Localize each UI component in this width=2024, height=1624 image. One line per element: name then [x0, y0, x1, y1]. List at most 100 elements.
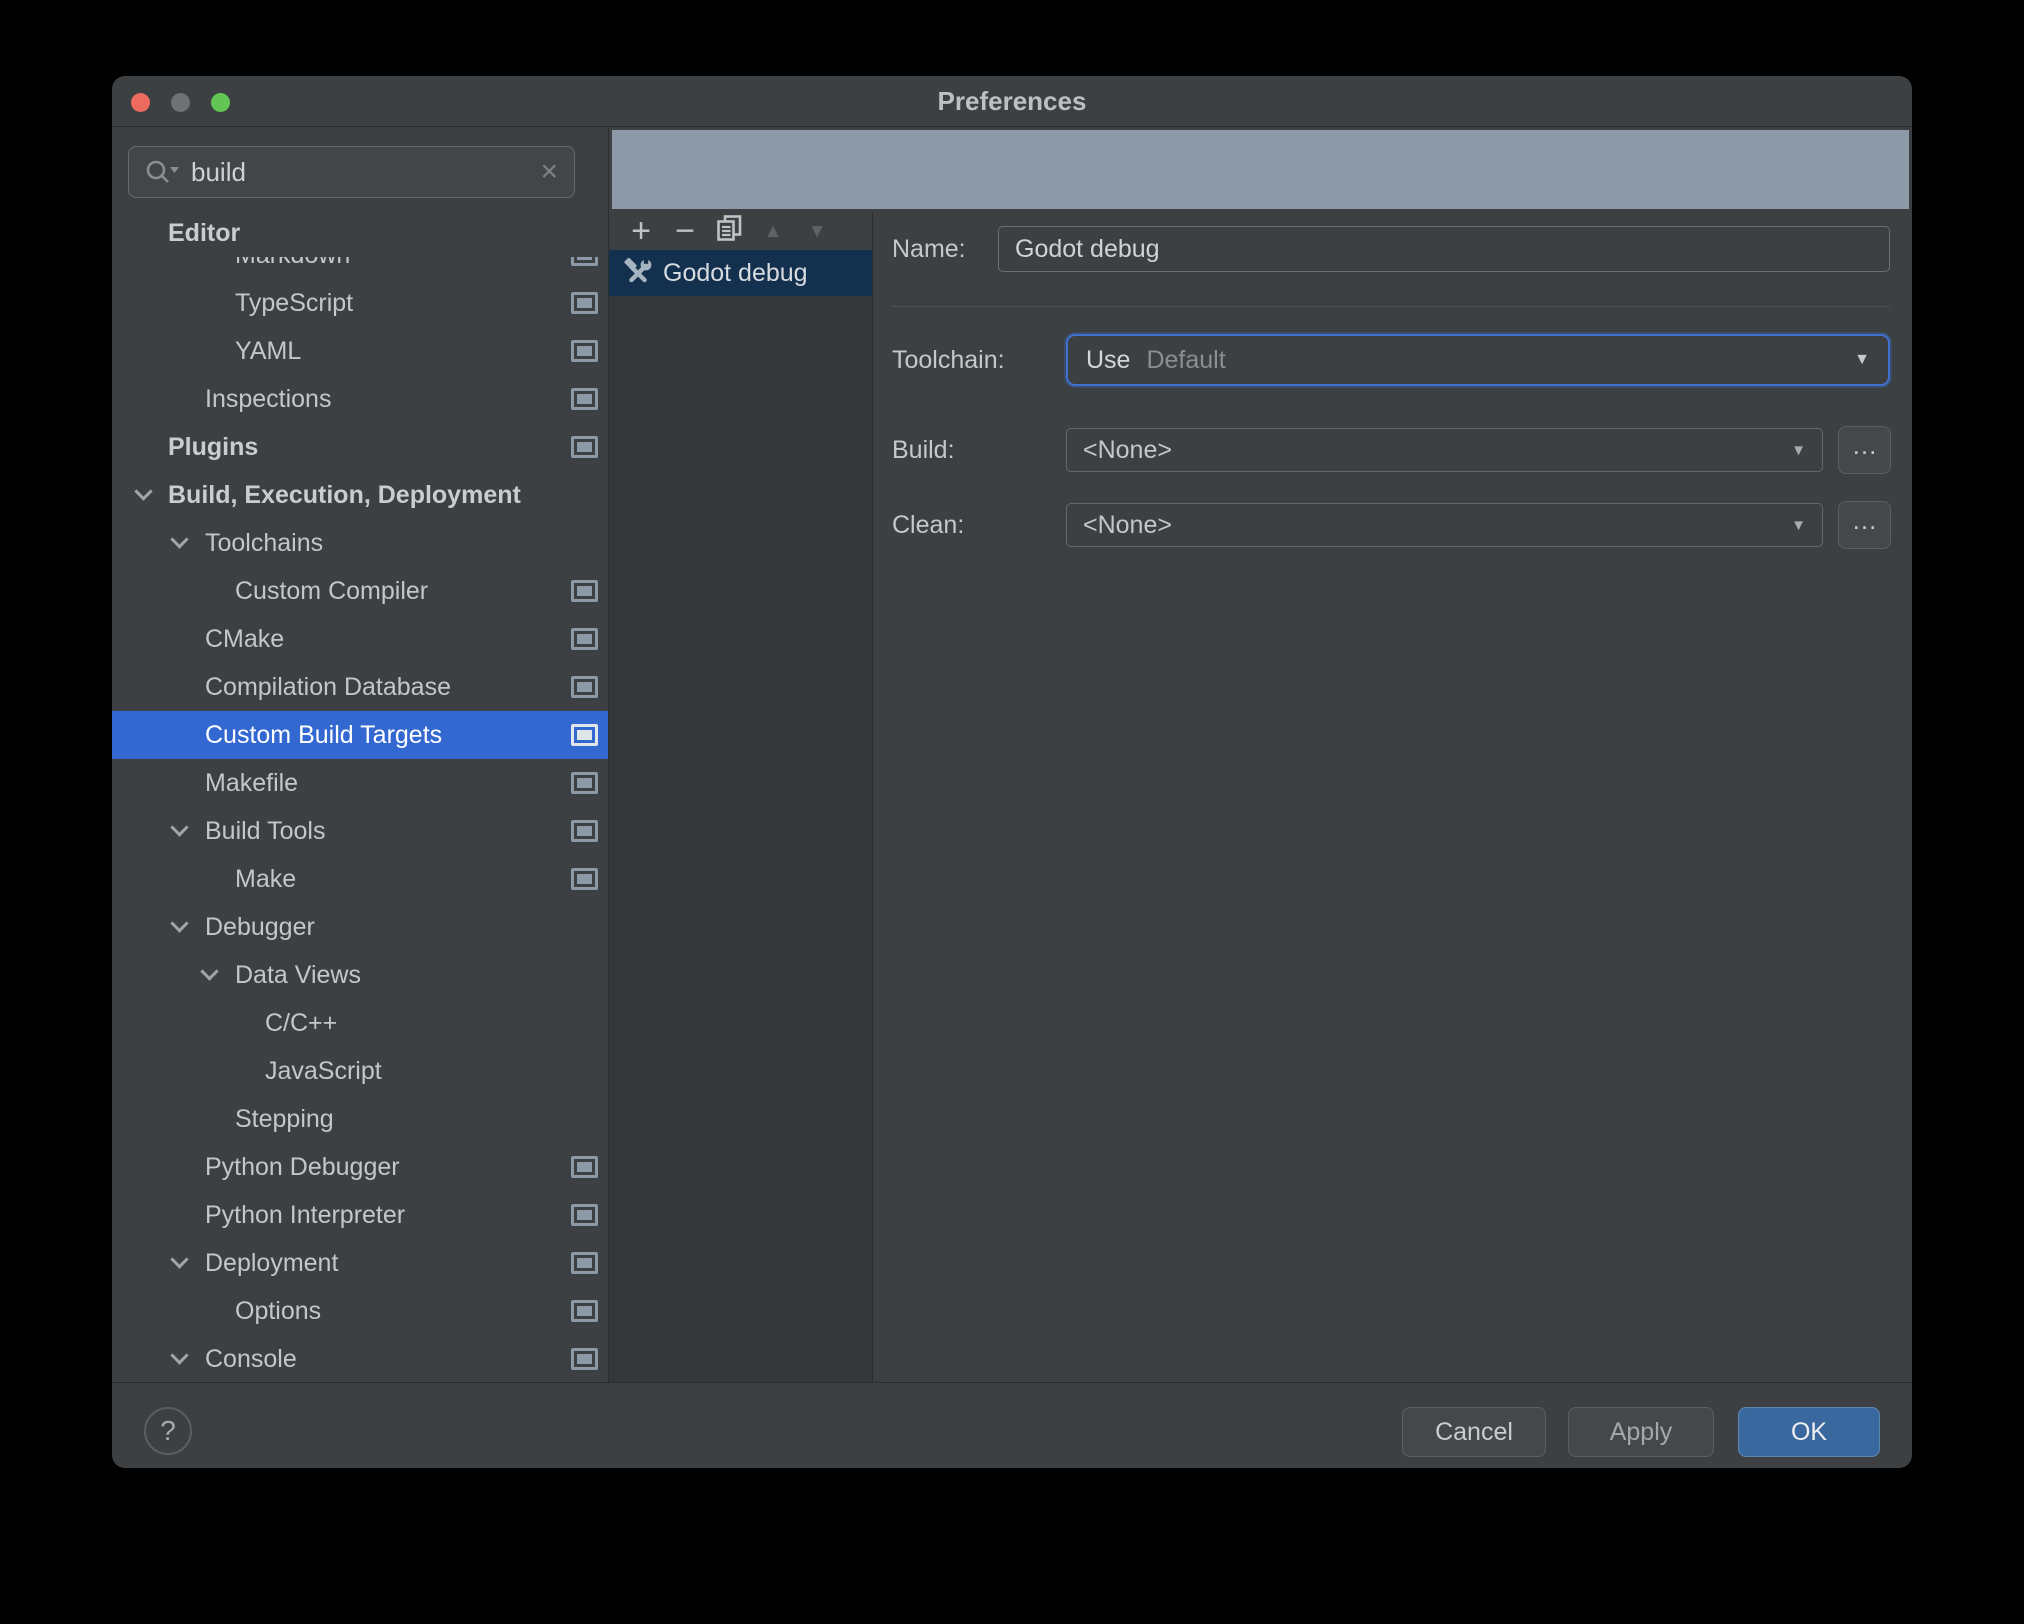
form-divider [892, 306, 1890, 307]
sidebar-item-c-c[interactable]: C/C++ [112, 999, 608, 1047]
clean-select[interactable]: <None> ▼ [1066, 503, 1823, 547]
sidebar-item-label: Data Views [235, 961, 361, 989]
build-value: <None> [1083, 435, 1172, 464]
sidebar-item-compilation-database[interactable]: Compilation Database [112, 663, 608, 711]
build-targets-toolbar: + − ▲ ▼ [609, 212, 872, 250]
apply-button[interactable]: Apply [1568, 1407, 1714, 1457]
settings-sidebar: EditorMarkdownTypeScriptYAMLInspectionsP… [112, 127, 608, 1382]
build-targets-panel: + − ▲ ▼ Godot debug [609, 212, 872, 1382]
help-button[interactable]: ? [144, 1407, 192, 1455]
screen-icon [571, 1156, 598, 1178]
sidebar-item-custom-build-targets[interactable]: Custom Build Targets [112, 711, 608, 759]
screen-icon [571, 676, 598, 698]
build-browse-button[interactable]: … [1838, 426, 1891, 474]
chevron-down-icon[interactable] [170, 1346, 189, 1365]
screen-icon [1340, 158, 1368, 181]
sidebar-item-console[interactable]: Console [112, 1335, 608, 1382]
sidebar-item-javascript[interactable]: JavaScript [112, 1047, 608, 1095]
sidebar-item-plugins[interactable]: Plugins [112, 423, 608, 471]
screen-icon [571, 820, 598, 842]
search-icon [146, 160, 179, 183]
clean-label: Clean: [892, 511, 965, 539]
chevron-down-icon[interactable] [170, 1250, 189, 1269]
name-field[interactable]: Godot debug [998, 226, 1890, 272]
clear-search-icon[interactable]: × [540, 157, 558, 187]
name-label: Name: [892, 235, 966, 263]
sidebar-item-stepping[interactable]: Stepping [112, 1095, 608, 1143]
sidebar-item-label: TypeScript [235, 289, 354, 317]
sidebar-item-inspections[interactable]: Inspections [112, 375, 608, 423]
build-select[interactable]: <None> ▼ [1066, 428, 1823, 472]
screen-icon [571, 436, 598, 458]
screen-icon [571, 1252, 598, 1274]
sidebar-item-typescript[interactable]: TypeScript [112, 279, 608, 327]
target-settings-form: Name: Godot debug Toolchain: Use Default… [873, 212, 1912, 1382]
sidebar-item-label: Console [205, 1345, 297, 1373]
sidebar-item-yaml[interactable]: YAML [112, 327, 608, 375]
move-up-button[interactable]: ▲ [751, 222, 795, 241]
screen-icon [571, 628, 598, 650]
build-label: Build: [892, 436, 955, 464]
toolchain-select[interactable]: Use Default ▼ [1066, 334, 1890, 386]
sidebar-item-make[interactable]: Make [112, 855, 608, 903]
build-target-item[interactable]: Godot debug [609, 250, 872, 296]
sidebar-item-label: Custom Compiler [235, 577, 429, 605]
sidebar-item-label: Deployment [205, 1249, 339, 1277]
build-tools-icon [624, 258, 652, 283]
chevron-down-icon[interactable] [170, 818, 189, 837]
sidebar-item-build-execution-deployment[interactable]: Build, Execution, Deployment [112, 471, 608, 519]
settings-search[interactable]: build × [128, 146, 575, 198]
cancel-button[interactable]: Cancel [1402, 1407, 1546, 1457]
sidebar-item-label: Debugger [205, 913, 315, 941]
sidebar-item-label: Python Interpreter [205, 1201, 406, 1229]
screen-icon [571, 868, 598, 890]
chevron-down-icon[interactable] [200, 962, 219, 981]
ok-button[interactable]: OK [1738, 1407, 1880, 1457]
chevron-down-icon[interactable] [170, 914, 189, 933]
build-target-label: Godot debug [663, 258, 808, 287]
screen-icon [571, 580, 598, 602]
chevron-down-icon: ▼ [1791, 441, 1806, 459]
move-down-button[interactable]: ▼ [795, 222, 839, 241]
sidebar-item-python-debugger[interactable]: Python Debugger [112, 1143, 608, 1191]
chevron-down-icon[interactable] [134, 482, 153, 501]
sidebar-item-makefile[interactable]: Makefile [112, 759, 608, 807]
sidebar-item-options[interactable]: Options [112, 1287, 608, 1335]
sidebar-item-label: Plugins [168, 433, 259, 461]
sidebar-item-cmake[interactable]: CMake [112, 615, 608, 663]
remove-target-button[interactable]: − [663, 214, 707, 248]
sidebar-item-label: C/C++ [265, 1009, 338, 1037]
copy-target-button[interactable] [707, 214, 751, 248]
sidebar-item-deployment[interactable]: Deployment [112, 1239, 608, 1287]
chevron-down-icon: ▼ [1791, 516, 1806, 534]
sidebar-item-editor[interactable]: Editor [112, 209, 608, 257]
copy-icon [716, 215, 741, 241]
sidebar-item-custom-compiler[interactable]: Custom Compiler [112, 567, 608, 615]
sidebar-item-label: Stepping [235, 1105, 334, 1133]
search-input[interactable]: build [191, 157, 540, 188]
sidebar-item-label: Build Tools [205, 817, 326, 845]
sidebar-item-toolchains[interactable]: Toolchains [112, 519, 608, 567]
sidebar-item-build-tools[interactable]: Build Tools [112, 807, 608, 855]
sidebar-item-label: Inspections [205, 385, 332, 413]
name-field-value: Godot debug [1015, 234, 1160, 263]
sidebar-item-data-views[interactable]: Data Views [112, 951, 608, 999]
sidebar-item-label: Toolchains [205, 529, 324, 557]
preferences-window: Preferences EditorMarkdownTypeScriptYAML… [112, 76, 1912, 1468]
chevron-down-icon: ▼ [1854, 351, 1870, 368]
sidebar-item-debugger[interactable]: Debugger [112, 903, 608, 951]
screen-icon [571, 388, 598, 410]
sidebar-item-python-interpreter[interactable]: Python Interpreter [112, 1191, 608, 1239]
screen-icon [571, 292, 598, 314]
clean-browse-button[interactable]: … [1838, 501, 1891, 549]
dialog-footer: ? Cancel Apply OK [112, 1382, 1912, 1468]
sidebar-item-label: JavaScript [265, 1057, 382, 1085]
sidebar-item-label: Compilation Database [205, 673, 451, 701]
screen-icon [571, 724, 598, 746]
sidebar-item-label: YAML [235, 337, 302, 365]
sidebar-item-label: CMake [205, 625, 285, 653]
chevron-down-icon[interactable] [170, 530, 189, 549]
screen-icon [571, 340, 598, 362]
screen-icon [571, 1348, 598, 1370]
add-target-button[interactable]: + [619, 214, 663, 248]
